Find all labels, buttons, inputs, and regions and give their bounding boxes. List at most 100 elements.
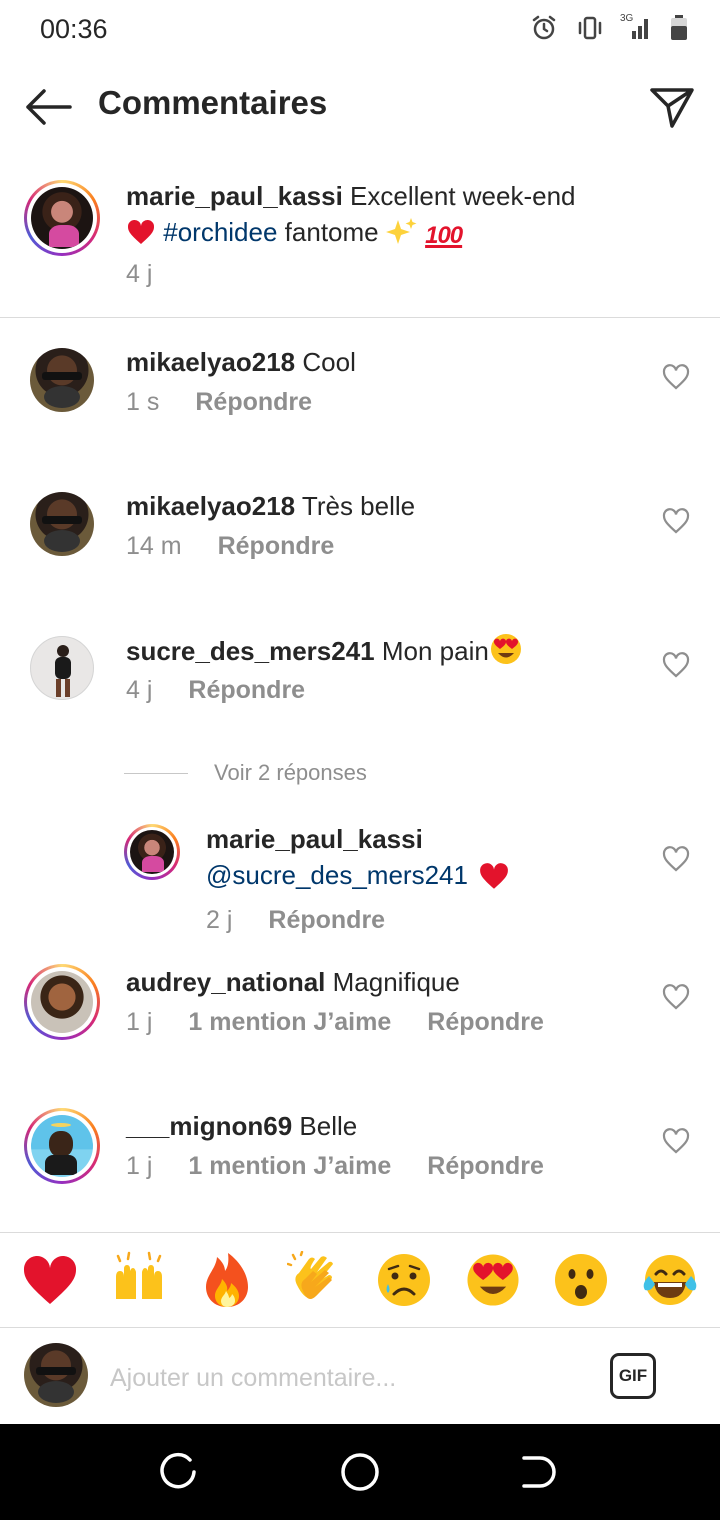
comment-text: ___mignon69 Belle (126, 1108, 357, 1144)
avatar[interactable] (30, 492, 94, 556)
battery-icon (671, 15, 687, 40)
reply-button[interactable]: Répondre (195, 388, 312, 417)
avatar[interactable] (24, 964, 100, 1040)
caption-body-end: fantome (284, 217, 379, 247)
avatar[interactable] (124, 824, 180, 880)
sad-face-emoji-button[interactable] (373, 1249, 435, 1311)
like-heart-icon[interactable] (662, 364, 690, 390)
view-replies-button[interactable]: Voir 2 réponses (124, 760, 367, 786)
caption-username[interactable]: marie_paul_kassi (126, 181, 343, 211)
comment-meta: 4 j Répondre (126, 676, 305, 705)
gif-button[interactable]: GIF (610, 1353, 656, 1399)
caption-hashtag[interactable]: #orchidee (163, 217, 277, 247)
comment-time: 1 j (126, 1152, 153, 1180)
back-nav-icon[interactable] (516, 1450, 560, 1494)
status-icons: 3G (530, 13, 688, 42)
heart-eyes-icon (467, 1254, 519, 1306)
reply-button[interactable]: Répondre (427, 1152, 544, 1181)
likes-count[interactable]: 1 mention J’aime (188, 1152, 391, 1181)
comment-username[interactable]: ___mignon69 (126, 1111, 292, 1141)
comment-body: Cool (302, 347, 356, 377)
caption-text: marie_paul_kassi Excellent week-end #orc… (126, 178, 686, 254)
caption-body: Excellent week-end (350, 181, 576, 211)
comment-input[interactable] (110, 1359, 580, 1397)
reply-meta: 2 j Répondre (206, 906, 385, 935)
comment-item: mikaelyao218 Cool 1 s Répondre (0, 344, 720, 464)
comment-text: audrey_national Magnifique (126, 964, 460, 1000)
reply-button[interactable]: Répondre (218, 532, 335, 561)
avatar[interactable] (24, 1108, 100, 1184)
emoji-quick-bar (0, 1232, 720, 1328)
signal-icon: 3G (620, 13, 652, 41)
comment-body: Mon pain (381, 636, 489, 666)
comment-time: 14 m (126, 532, 182, 560)
fire-emoji-button[interactable] (196, 1249, 258, 1311)
comment-meta: 1 j 1 mention J’aime Répondre (126, 1152, 544, 1181)
home-icon[interactable] (338, 1450, 382, 1494)
reply-button[interactable]: Répondre (268, 906, 385, 935)
surprised-face-icon (555, 1254, 608, 1306)
vibrate-icon (578, 16, 602, 40)
raising-hands-emoji-button[interactable] (108, 1249, 170, 1311)
comment-username[interactable]: sucre_des_mers241 (126, 636, 375, 666)
comment-time: 1 j (126, 1008, 153, 1036)
comment-item: sucre_des_mers241 Mon pain 4 j Répondre (0, 632, 720, 752)
post-caption: marie_paul_kassi Excellent week-end #orc… (0, 170, 720, 318)
header: Commentaires (0, 62, 720, 152)
like-heart-icon[interactable] (662, 846, 690, 872)
comment-item: audrey_national Magnifique 1 j 1 mention… (0, 964, 720, 1084)
heart-eyes-emoji-button[interactable] (462, 1249, 524, 1311)
sad-face-icon (378, 1254, 431, 1306)
sparkles-emoji (385, 217, 425, 247)
network-type: 3G (620, 13, 634, 24)
comment-body: Très belle (301, 491, 416, 521)
comment-meta: 1 j 1 mention J’aime Répondre (126, 1008, 544, 1037)
comment-username[interactable]: audrey_national (126, 967, 325, 997)
status-bar: 00:36 3G (0, 0, 720, 62)
comment-time: 4 j (126, 676, 153, 704)
like-heart-icon[interactable] (662, 984, 690, 1010)
page-title: Commentaires (98, 84, 328, 121)
reply-item: marie_paul_kassi @sucre_des_mers241 2 j … (0, 822, 720, 942)
avatar[interactable] (30, 636, 94, 700)
like-heart-icon[interactable] (662, 652, 690, 678)
avatar (24, 1343, 88, 1407)
comment-composer: GIF (0, 1329, 720, 1424)
reply-username[interactable]: marie_paul_kassi (206, 824, 423, 855)
comment-meta: 1 s Répondre (126, 388, 312, 417)
tears-of-joy-emoji-button[interactable] (639, 1249, 701, 1311)
comment-text: mikaelyao218 Cool (126, 344, 356, 380)
alarm-icon (532, 15, 556, 40)
status-time: 00:36 (40, 14, 108, 44)
red-heart-emoji-button[interactable] (19, 1249, 81, 1311)
reply-button[interactable]: Répondre (427, 1008, 544, 1037)
like-heart-icon[interactable] (662, 508, 690, 534)
red-heart-emoji (126, 217, 163, 247)
reply-mention[interactable]: @sucre_des_mers241 (206, 860, 468, 891)
fire-icon (206, 1253, 249, 1307)
clapping-hands-icon (286, 1251, 333, 1300)
comment-meta: 14 m Répondre (126, 532, 334, 561)
reply-body: @sucre_des_mers241 (206, 860, 510, 891)
hundred-points-emoji: 100 (425, 222, 463, 249)
direct-send-icon[interactable] (648, 82, 696, 130)
reply-button[interactable]: Répondre (188, 676, 305, 705)
red-heart-icon (24, 1255, 77, 1304)
surprised-face-emoji-button[interactable] (550, 1249, 612, 1311)
like-heart-icon[interactable] (662, 1128, 690, 1154)
recent-apps-icon[interactable] (158, 1450, 202, 1494)
comment-username[interactable]: mikaelyao218 (126, 491, 295, 521)
tears-of-joy-icon (643, 1255, 697, 1305)
likes-count[interactable]: 1 mention J’aime (188, 1008, 391, 1037)
avatar[interactable] (30, 348, 94, 412)
clapping-hands-emoji-button[interactable] (285, 1249, 347, 1311)
back-arrow-icon[interactable] (22, 84, 74, 130)
comment-username[interactable]: mikaelyao218 (126, 347, 295, 377)
caption-time: 4 j (126, 260, 153, 288)
comment-item: mikaelyao218 Très belle 14 m Répondre (0, 488, 720, 608)
comment-text: sucre_des_mers241 Mon pain (126, 632, 523, 669)
avatar[interactable] (24, 180, 100, 256)
view-replies-label: Voir 2 réponses (214, 760, 367, 785)
raising-hands-icon (115, 1251, 162, 1299)
red-heart-emoji (480, 862, 508, 889)
